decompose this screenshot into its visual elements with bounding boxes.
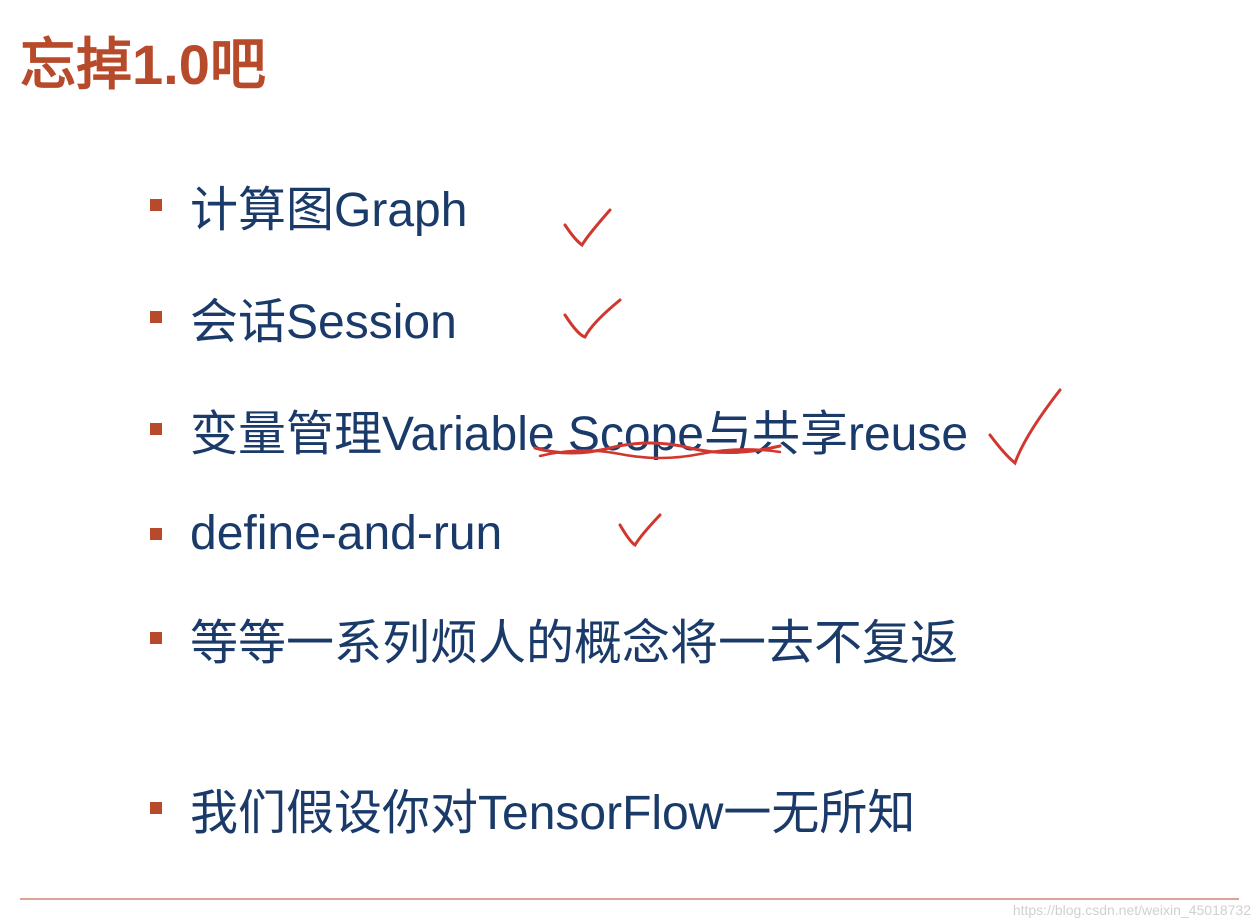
bullet-icon <box>150 802 162 814</box>
bullet-list: 计算图Graph 会话Session 变量管理Variable Scope与共享… <box>150 170 968 885</box>
watermark-text: https://blog.csdn.net/weixin_45018732 <box>1013 902 1251 918</box>
bullet-text: 变量管理Variable Scope与共享reuse <box>190 394 968 464</box>
list-item: 等等一系列烦人的概念将一去不复返 <box>150 603 968 673</box>
list-item: 会话Session <box>150 282 968 352</box>
list-item: 变量管理Variable Scope与共享reuse <box>150 394 968 464</box>
list-item: 计算图Graph <box>150 170 968 240</box>
bullet-text: define-and-run <box>190 506 502 561</box>
bullet-icon <box>150 423 162 435</box>
bullet-icon <box>150 199 162 211</box>
list-item: define-and-run <box>150 506 968 561</box>
checkmark-icon <box>980 385 1070 475</box>
bullet-icon <box>150 528 162 540</box>
bullet-text: 我们假设你对TensorFlow一无所知 <box>190 773 915 843</box>
bullet-text: 会话Session <box>190 282 457 352</box>
bullet-icon <box>150 632 162 644</box>
slide-title: 忘掉1.0吧 <box>20 20 266 101</box>
list-item: 我们假设你对TensorFlow一无所知 <box>150 773 968 843</box>
bullet-text: 计算图Graph <box>190 170 467 240</box>
bullet-icon <box>150 311 162 323</box>
bullet-text: 等等一系列烦人的概念将一去不复返 <box>190 603 958 673</box>
divider-line <box>20 898 1239 900</box>
